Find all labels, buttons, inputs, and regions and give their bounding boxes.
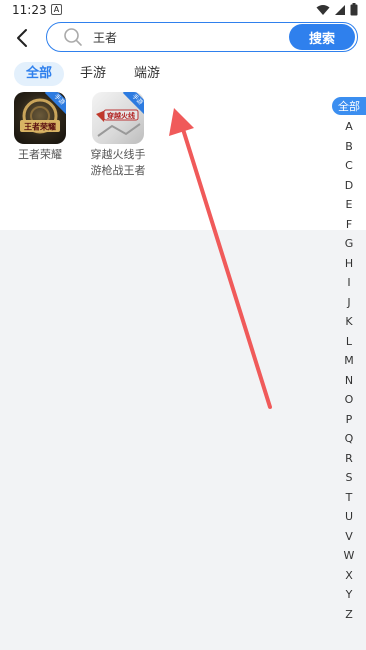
alpha-index-letter[interactable]: B (332, 137, 366, 157)
alpha-index-letter[interactable]: Q (332, 429, 366, 449)
game-title: 王者荣耀 (18, 148, 62, 161)
search-input[interactable] (93, 27, 273, 47)
wifi-icon (316, 4, 330, 15)
alpha-index-letter[interactable]: G (332, 234, 366, 254)
search-header: 搜索 (0, 20, 366, 58)
game-item-cf[interactable]: 穿越火线 手游 穿越火线手游枪战王者 (78, 92, 158, 179)
alpha-index-letter[interactable]: V (332, 527, 366, 547)
alpha-index-letter[interactable]: C (332, 156, 366, 176)
alpha-index-letter[interactable]: X (332, 566, 366, 586)
category-tabs: 全部 手游 端游 (14, 62, 176, 86)
alpha-index-letter[interactable]: K (332, 312, 366, 332)
battery-icon (350, 3, 358, 16)
tab-all[interactable]: 全部 (14, 62, 65, 86)
alpha-index-letter[interactable]: S (332, 468, 366, 488)
alpha-index-letter[interactable]: I (332, 273, 366, 293)
search-button[interactable]: 搜索 (289, 24, 355, 50)
alpha-index-letter[interactable]: F (332, 215, 366, 235)
alphabet-index: 全部 ABCDEFGHIJKLMNOPQRSTUVWXYZ (332, 97, 366, 624)
alpha-index-letter[interactable]: R (332, 449, 366, 469)
notification-icon: A (51, 4, 62, 15)
alpha-index-letter[interactable]: N (332, 371, 366, 391)
alpha-index-letter[interactable]: W (332, 546, 366, 566)
alpha-index-letter[interactable]: Y (332, 585, 366, 605)
game-icon-wangzhe: 王者荣耀 手游 (14, 92, 66, 144)
alpha-index-letter[interactable]: M (332, 351, 366, 371)
chevron-left-icon (17, 29, 27, 47)
back-button[interactable] (12, 26, 34, 50)
search-box: 搜索 (46, 22, 358, 52)
alpha-index-letter[interactable]: L (332, 332, 366, 352)
alpha-index-letter[interactable]: J (332, 293, 366, 313)
tab-mobile-games[interactable]: 手游 (68, 62, 118, 86)
signal-icon (335, 4, 345, 15)
status-time: 11:23 (12, 3, 47, 17)
alpha-index-letter[interactable]: H (332, 254, 366, 274)
alpha-index-letter[interactable]: A (332, 117, 366, 137)
alpha-index-letter[interactable]: T (332, 488, 366, 508)
alpha-index-letter[interactable]: P (332, 410, 366, 430)
search-icon (64, 28, 82, 46)
status-bar: 11:23 A (0, 0, 366, 20)
game-list: 王者荣耀 手游 王者荣耀 穿越火线 手游 穿越火线手游枪战王者 (0, 92, 320, 222)
cf-logo-text: 穿越火线 (107, 111, 135, 120)
game-title: 穿越火线手游枪战王者 (90, 148, 146, 177)
alpha-index-all[interactable]: 全部 (332, 97, 366, 115)
game-icon-cf: 穿越火线 手游 (92, 92, 144, 144)
tab-pc-games[interactable]: 端游 (122, 62, 172, 86)
alpha-letters: ABCDEFGHIJKLMNOPQRSTUVWXYZ (332, 117, 366, 624)
wangzhe-logo-text: 王者荣耀 (24, 122, 56, 132)
status-icons (316, 3, 358, 16)
game-item-wangzhe[interactable]: 王者荣耀 手游 王者荣耀 (0, 92, 80, 163)
alpha-index-letter[interactable]: U (332, 507, 366, 527)
alpha-index-letter[interactable]: D (332, 176, 366, 196)
results-panel: 全部 手游 端游 王者荣耀 手游 王者荣耀 穿越火线 手游 穿越火线手游枪战王者 (0, 58, 366, 230)
alpha-index-letter[interactable]: O (332, 390, 366, 410)
alpha-index-letter[interactable]: E (332, 195, 366, 215)
alpha-index-letter[interactable]: Z (332, 605, 366, 625)
